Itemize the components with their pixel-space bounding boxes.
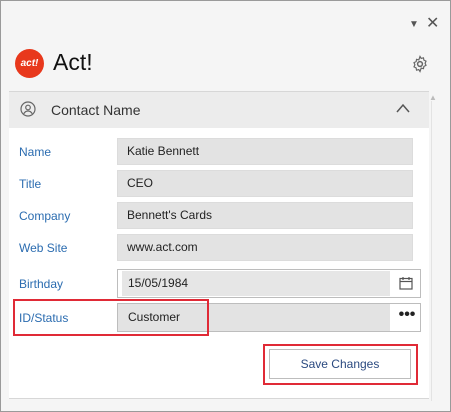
close-icon[interactable]: ✕ xyxy=(426,13,439,33)
more-options-button[interactable]: ••• xyxy=(394,304,420,331)
company-label: Company xyxy=(19,209,71,223)
person-icon xyxy=(20,101,36,117)
name-field[interactable]: Katie Bennett xyxy=(117,138,413,165)
title-field[interactable]: CEO xyxy=(117,170,413,197)
minimize-icon[interactable]: ▼ xyxy=(409,19,419,30)
id-status-highlight xyxy=(13,299,209,336)
scrollbar-track[interactable] xyxy=(431,101,432,401)
app-title: Act! xyxy=(53,49,93,75)
chevron-up-icon[interactable] xyxy=(395,102,411,114)
contact-name-section-header[interactable]: Contact Name xyxy=(9,91,429,129)
website-label: Web Site xyxy=(19,241,68,255)
birthday-field[interactable]: 15/05/1984 xyxy=(122,271,390,296)
birthday-label: Birthday xyxy=(19,277,64,291)
save-button-highlight xyxy=(263,344,418,385)
title-label: Title xyxy=(19,177,42,191)
section-title: Contact Name xyxy=(51,102,141,118)
contact-pane: ▼ ✕ act! Act! Contact Name ▲ Name Katie … xyxy=(0,0,451,412)
act-logo: act! xyxy=(15,49,44,78)
settings-gear-icon[interactable] xyxy=(411,55,429,73)
name-label: Name xyxy=(19,145,52,159)
company-field[interactable]: Bennett's Cards xyxy=(117,202,413,229)
calendar-icon[interactable] xyxy=(399,276,413,290)
birthday-date-picker[interactable]: 15/05/1984 xyxy=(117,269,421,298)
website-field[interactable]: www.act.com xyxy=(117,234,413,261)
